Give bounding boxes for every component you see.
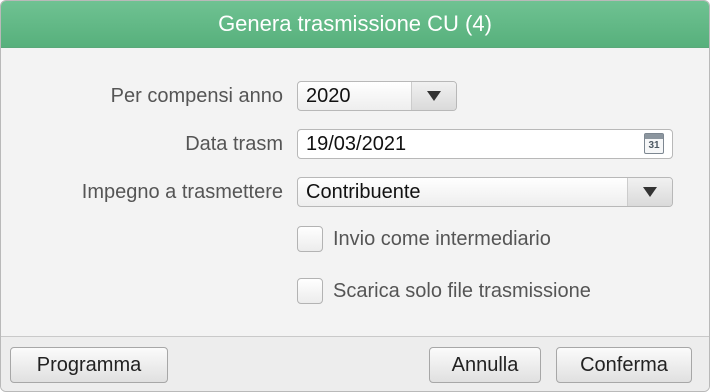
anno-dropdown-icon[interactable] — [411, 82, 456, 110]
impegno-select[interactable]: Contribuente — [297, 177, 673, 207]
data-trasm-input[interactable]: 19/03/2021 31 — [297, 129, 673, 159]
data-trasm-label: Data trasm — [185, 133, 283, 155]
impegno-dropdown-icon[interactable] — [627, 178, 672, 206]
programma-button[interactable]: Programma — [10, 347, 168, 383]
dialog-window: Genera trasmissione CU (4) Per compensi … — [0, 0, 710, 392]
intermediario-label[interactable]: Invio come intermediario — [333, 228, 551, 251]
annulla-button[interactable]: Annulla — [429, 347, 541, 383]
scarica-label[interactable]: Scarica solo file trasmissione — [333, 280, 591, 303]
anno-value: 2020 — [306, 85, 351, 107]
intermediario-checkbox[interactable] — [297, 226, 323, 252]
dialog-footer: Programma Annulla Conferma — [1, 336, 709, 391]
impegno-value: Contribuente — [306, 181, 421, 203]
impegno-label: Impegno a trasmettere — [81, 181, 283, 203]
data-trasm-value: 19/03/2021 — [306, 133, 407, 155]
calendar-icon[interactable]: 31 — [644, 133, 664, 154]
anno-label: Per compensi anno — [110, 85, 283, 107]
calendar-day-text: 31 — [648, 140, 660, 151]
anno-select[interactable]: 2020 — [297, 81, 457, 111]
conferma-button[interactable]: Conferma — [556, 347, 692, 383]
dialog-title: Genera trasmissione CU (4) — [1, 1, 709, 48]
scarica-checkbox[interactable] — [297, 278, 323, 304]
